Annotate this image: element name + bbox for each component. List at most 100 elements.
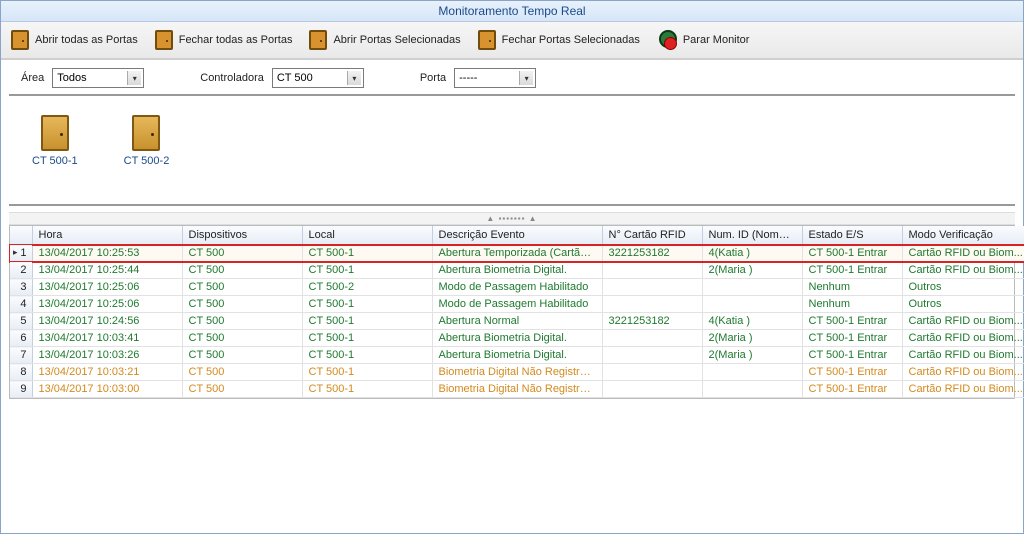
cell: Biometria Digital Não Registrada	[432, 364, 602, 381]
chevron-down-icon: ▾	[127, 71, 141, 85]
column-header[interactable]: N° Cartão RFID	[602, 226, 702, 245]
cell	[602, 330, 702, 347]
row-index: 2	[10, 262, 32, 279]
column-header[interactable]: Num. ID (Nome Sobre...	[702, 226, 802, 245]
cell: Outros	[902, 296, 1024, 313]
table-row[interactable]: 313/04/2017 10:25:06CT 500CT 500-2Modo d…	[10, 279, 1024, 296]
row-index: 7	[10, 347, 32, 364]
cell: CT 500	[182, 313, 302, 330]
cell: CT 500-1 Entrar	[802, 313, 902, 330]
cell	[602, 262, 702, 279]
filter-bar: Área Todos ▾ Controladora CT 500 ▾ Porta…	[9, 60, 1015, 96]
cell: Abertura Biometria Digital.	[432, 347, 602, 364]
cell: 3221253182	[602, 313, 702, 330]
cell: CT 500-1 Entrar	[802, 381, 902, 398]
cell: Abertura Normal	[432, 313, 602, 330]
table-row[interactable]: 513/04/2017 10:24:56CT 500CT 500-1Abertu…	[10, 313, 1024, 330]
column-header[interactable]: Dispositivos	[182, 226, 302, 245]
chevron-down-icon: ▾	[347, 71, 361, 85]
row-index: 1	[10, 245, 32, 262]
cell: CT 500-1	[302, 347, 432, 364]
cell: 2(Maria )	[702, 330, 802, 347]
area-label: Área	[21, 72, 44, 84]
cell: CT 500-1 Entrar	[802, 347, 902, 364]
close-all-doors-button[interactable]: Fechar todas as Portas	[151, 26, 302, 54]
cell: 4(Katia )	[702, 245, 802, 262]
porta-combo[interactable]: ----- ▾	[454, 68, 536, 88]
cell: Abertura Biometria Digital.	[432, 330, 602, 347]
combo-value: Todos	[57, 72, 86, 84]
column-header[interactable]: Descrição Evento	[432, 226, 602, 245]
toolbar-label: Abrir todas as Portas	[35, 34, 138, 46]
cell: CT 500	[182, 330, 302, 347]
table-row[interactable]: 113/04/2017 10:25:53CT 500CT 500-1Abertu…	[10, 245, 1024, 262]
stop-monitor-button[interactable]: Parar Monitor	[653, 26, 759, 54]
cell: CT 500	[182, 296, 302, 313]
open-all-doors-button[interactable]: Abrir todas as Portas	[7, 26, 147, 54]
toolbar-label: Fechar todas as Portas	[179, 34, 293, 46]
door-open-icon	[309, 30, 327, 50]
window-title: Monitoramento Tempo Real	[1, 1, 1023, 22]
table-row[interactable]: 613/04/2017 10:03:41CT 500CT 500-1Abertu…	[10, 330, 1024, 347]
cell: Modo de Passagem Habilitado	[432, 279, 602, 296]
cell: Abertura Biometria Digital.	[432, 262, 602, 279]
cell: CT 500-2	[302, 279, 432, 296]
cell: CT 500-1 Entrar	[802, 330, 902, 347]
table-row[interactable]: 713/04/2017 10:03:26CT 500CT 500-1Abertu…	[10, 347, 1024, 364]
area-combo[interactable]: Todos ▾	[52, 68, 144, 88]
cell: 2(Maria )	[702, 347, 802, 364]
controladora-label: Controladora	[200, 72, 264, 84]
door-icon	[41, 115, 69, 151]
grid-body: 113/04/2017 10:25:53CT 500CT 500-1Abertu…	[10, 245, 1024, 398]
cell: Modo de Passagem Habilitado	[432, 296, 602, 313]
open-selected-doors-button[interactable]: Abrir Portas Selecionadas	[305, 26, 469, 54]
cell	[602, 381, 702, 398]
door-open-icon	[11, 30, 29, 50]
cell: 13/04/2017 10:24:56	[32, 313, 182, 330]
cell: Cartão RFID ou Biom...	[902, 262, 1024, 279]
toolbar-label: Parar Monitor	[683, 34, 750, 46]
cell: CT 500-1	[302, 245, 432, 262]
door-icon	[132, 115, 160, 151]
cell	[702, 296, 802, 313]
cell: 13/04/2017 10:03:26	[32, 347, 182, 364]
splitter-handle[interactable]: ▲ ▪▪▪▪▪▪▪ ▲	[9, 212, 1015, 225]
cell: CT 500	[182, 245, 302, 262]
controladora-combo[interactable]: CT 500 ▾	[272, 68, 364, 88]
row-index: 4	[10, 296, 32, 313]
cell: CT 500-1	[302, 364, 432, 381]
cell: CT 500	[182, 364, 302, 381]
cell: 13/04/2017 10:03:41	[32, 330, 182, 347]
table-row[interactable]: 913/04/2017 10:03:00CT 500CT 500-1Biomet…	[10, 381, 1024, 398]
cell	[602, 279, 702, 296]
combo-value: -----	[459, 72, 477, 84]
table-row[interactable]: 813/04/2017 10:03:21CT 500CT 500-1Biomet…	[10, 364, 1024, 381]
cell: 13/04/2017 10:25:06	[32, 296, 182, 313]
device-label: CT 500-2	[124, 155, 170, 167]
column-header[interactable]	[10, 226, 32, 245]
cell: 13/04/2017 10:25:44	[32, 262, 182, 279]
table-row[interactable]: 213/04/2017 10:25:44CT 500CT 500-1Abertu…	[10, 262, 1024, 279]
table-row[interactable]: 413/04/2017 10:25:06CT 500CT 500-1Modo d…	[10, 296, 1024, 313]
column-header[interactable]: Hora	[32, 226, 182, 245]
porta-label: Porta	[420, 72, 446, 84]
cell: CT 500-1 Entrar	[802, 245, 902, 262]
row-index: 9	[10, 381, 32, 398]
cell: Cartão RFID ou Biom...	[902, 313, 1024, 330]
cell: CT 500-1 Entrar	[802, 262, 902, 279]
close-selected-doors-button[interactable]: Fechar Portas Selecionadas	[474, 26, 649, 54]
device-item[interactable]: CT 500-1	[25, 110, 85, 184]
column-header[interactable]: Estado E/S	[802, 226, 902, 245]
cell: 13/04/2017 10:03:00	[32, 381, 182, 398]
cell: 3221253182	[602, 245, 702, 262]
cell: CT 500	[182, 262, 302, 279]
cell: 13/04/2017 10:25:53	[32, 245, 182, 262]
cell: 4(Katia )	[702, 313, 802, 330]
column-header[interactable]: Modo Verificação	[902, 226, 1024, 245]
header-row: HoraDispositivosLocalDescrição EventoN° …	[10, 226, 1024, 245]
chevron-down-icon: ▾	[519, 71, 533, 85]
cell: CT 500-1	[302, 313, 432, 330]
column-header[interactable]: Local	[302, 226, 432, 245]
door-close-icon	[478, 30, 496, 50]
device-item[interactable]: CT 500-2	[117, 110, 177, 184]
